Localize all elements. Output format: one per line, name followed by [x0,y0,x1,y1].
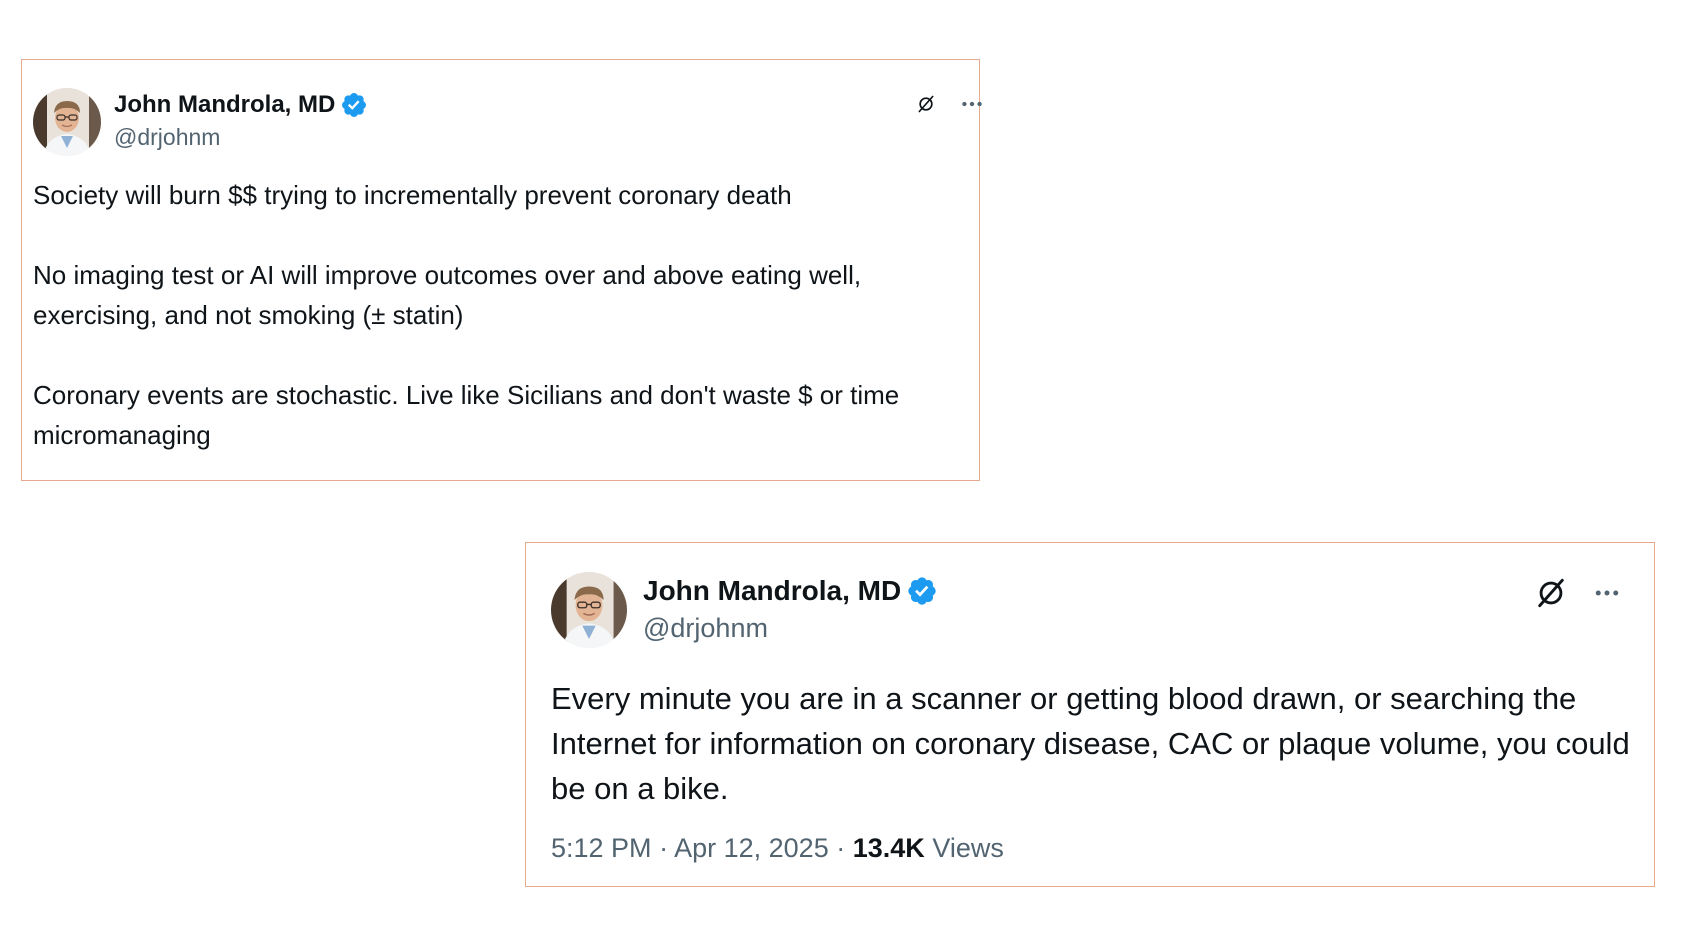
verified-badge-icon[interactable] [340,91,368,119]
grok-icon[interactable] [911,89,941,119]
tweet-card-2[interactable]: John Mandrola, MD @drjohnm Every minute … [525,542,1655,887]
tweet-paragraph: No imaging test or AI will improve outco… [33,260,862,330]
tweet-time[interactable]: 5:12 PM [551,833,652,863]
views-label: Views [932,833,1004,863]
grok-icon[interactable] [1530,572,1572,614]
author-name-row: John Mandrola, MD [114,90,368,120]
tweet-paragraph: Every minute you are in a scanner or get… [551,681,1630,806]
author-name-row: John Mandrola, MD [643,573,938,609]
author-handle[interactable]: @drjohnm [114,124,220,151]
tweet-paragraph: Society will burn $$ trying to increment… [33,180,792,210]
author-handle[interactable]: @drjohnm [643,613,768,644]
views-count[interactable]: 13.4K [853,833,925,863]
author-avatar[interactable] [33,88,101,156]
author-display-name[interactable]: John Mandrola, MD [114,91,335,119]
more-options-icon[interactable] [1586,572,1628,614]
author-avatar[interactable] [551,572,627,648]
tweet-text: Society will burn $$ trying to increment… [33,175,968,455]
tweet-meta: 5:12 PM · Apr 12, 2025 · 13.4K Views [551,833,1004,864]
author-display-name[interactable]: John Mandrola, MD [643,575,901,607]
more-options-icon[interactable] [957,89,987,119]
meta-separator: · [659,833,669,863]
tweet-text: Every minute you are in a scanner or get… [551,676,1641,811]
meta-separator: · [836,833,846,863]
tweet-date[interactable]: Apr 12, 2025 [674,833,829,863]
tweet-card-1[interactable]: John Mandrola, MD @drjohnm Society will … [21,59,982,481]
verified-badge-icon[interactable] [906,575,938,607]
tweet-paragraph: Coronary events are stochastic. Live lik… [33,380,900,450]
